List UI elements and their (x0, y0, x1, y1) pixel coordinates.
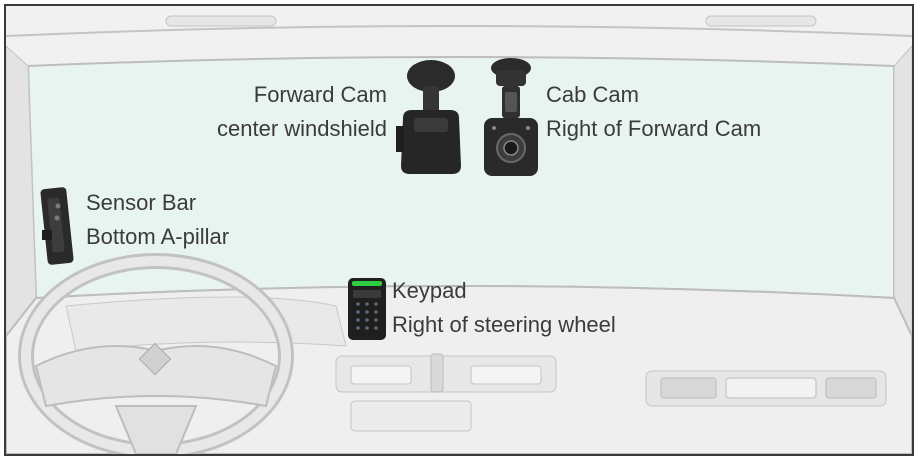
keypad-label: Keypad Right of steering wheel (392, 274, 616, 342)
forward-cam-location: center windshield (217, 116, 387, 141)
keypad-name: Keypad (392, 278, 467, 303)
keypad-location: Right of steering wheel (392, 312, 616, 337)
diagram-frame: Forward Cam center windshield Cab Cam Ri… (4, 4, 914, 456)
visor-right (705, 15, 817, 27)
vent-left (660, 377, 717, 399)
sensor-bar-name: Sensor Bar (86, 190, 197, 215)
vent-right (825, 377, 877, 399)
forward-cam-name: Forward Cam (253, 82, 387, 107)
radio-slot (725, 377, 817, 399)
visor-left (165, 15, 277, 27)
console-slot-right (470, 365, 542, 385)
keypad-icon (348, 278, 386, 340)
cab-cam-label: Cab Cam Right of Forward Cam (546, 78, 761, 146)
cab-cam-location: Right of Forward Cam (546, 116, 762, 141)
forward-cam-label: Forward Cam center windshield (217, 78, 387, 146)
console-panel (350, 400, 472, 432)
cab-cam-name: Cab Cam (546, 82, 639, 107)
sensor-bar-location: Bottom A-pillar (86, 224, 230, 249)
console-slot-left (350, 365, 412, 385)
gear-lever (430, 353, 444, 393)
sensor-bar-label: Sensor Bar Bottom A-pillar (86, 186, 229, 254)
a-pillar-right (893, 45, 912, 337)
